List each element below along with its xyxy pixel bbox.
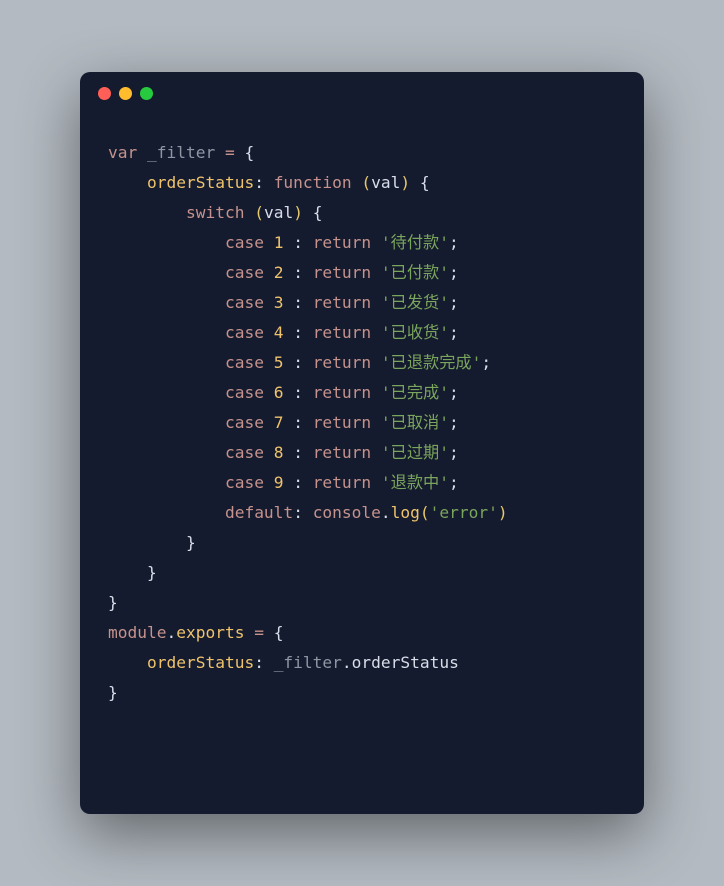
close-icon[interactable]	[98, 87, 111, 100]
code-line: }	[108, 558, 616, 588]
code-line: case 1 : return '待付款';	[108, 228, 616, 258]
code-line: case 6 : return '已完成';	[108, 378, 616, 408]
code-content: var _filter = { orderStatus: function (v…	[80, 114, 644, 736]
code-line: case 2 : return '已付款';	[108, 258, 616, 288]
code-line: switch (val) {	[108, 198, 616, 228]
window-titlebar	[80, 72, 644, 114]
code-line: orderStatus: function (val) {	[108, 168, 616, 198]
code-line: orderStatus: _filter.orderStatus	[108, 648, 616, 678]
code-line: case 4 : return '已收货';	[108, 318, 616, 348]
maximize-icon[interactable]	[140, 87, 153, 100]
code-line: }	[108, 528, 616, 558]
code-line: case 5 : return '已退款完成';	[108, 348, 616, 378]
code-line: case 8 : return '已过期';	[108, 438, 616, 468]
minimize-icon[interactable]	[119, 87, 132, 100]
code-line: case 7 : return '已取消';	[108, 408, 616, 438]
code-window: var _filter = { orderStatus: function (v…	[80, 72, 644, 814]
code-line: default: console.log('error')	[108, 498, 616, 528]
code-line: var _filter = {	[108, 138, 616, 168]
code-line: case 9 : return '退款中';	[108, 468, 616, 498]
code-line: }	[108, 588, 616, 618]
code-line: }	[108, 678, 616, 708]
code-line: module.exports = {	[108, 618, 616, 648]
code-line: case 3 : return '已发货';	[108, 288, 616, 318]
